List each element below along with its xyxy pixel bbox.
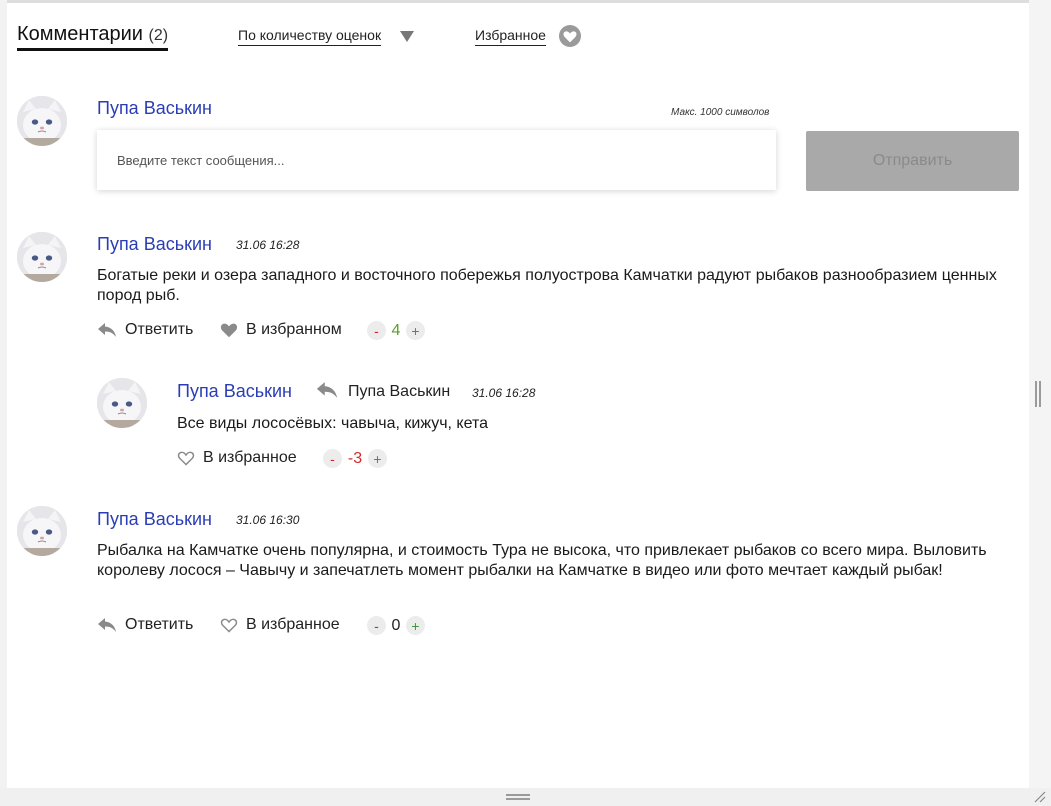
vote-down-button[interactable]: -	[323, 449, 342, 468]
comment-date: 31.06 16:28	[472, 386, 536, 400]
composer-author[interactable]: Пупа Васькин	[97, 98, 212, 119]
heart-outline-icon	[177, 451, 195, 466]
comment-date: 31.06 16:28	[236, 238, 300, 252]
comment-date: 31.06 16:30	[236, 513, 300, 527]
vote-up-button[interactable]: +	[368, 449, 387, 468]
favorite-label: В избранное	[246, 616, 340, 633]
favorite-button[interactable]: В избранное	[177, 449, 297, 467]
heart-filled-icon	[220, 323, 238, 338]
comments-title[interactable]: Комментарии (2)	[17, 23, 169, 51]
corner-resize-grip[interactable]	[1032, 789, 1046, 803]
comment-text: Богатые реки и озера западного и восточн…	[97, 267, 997, 304]
avatar-cat-icon	[97, 378, 147, 428]
favorites-filter-link[interactable]: Избранное	[475, 27, 546, 46]
avatar	[17, 96, 67, 146]
vote-up-button[interactable]: +	[406, 616, 425, 635]
bottom-resize-handle[interactable]	[506, 794, 530, 800]
avatar	[17, 232, 67, 282]
avatar-cat-icon	[17, 96, 67, 146]
comments-count: (2)	[148, 27, 169, 44]
vote-down-button[interactable]: -	[367, 321, 386, 340]
favorite-label: В избранном	[246, 321, 342, 338]
comments-panel: Комментарии (2) По количеству оценок Изб…	[7, 0, 1029, 788]
comment-author[interactable]: Пупа Васькин	[97, 234, 212, 255]
sort-arrow-icon[interactable]	[400, 31, 414, 42]
vote-count: 4	[391, 321, 401, 339]
reply-icon	[98, 618, 116, 632]
favorite-button[interactable]: В избранное	[220, 616, 340, 634]
vote-down-button[interactable]: -	[367, 616, 386, 635]
avatar-cat-icon	[17, 506, 67, 556]
comments-title-text: Комментарии	[17, 23, 143, 45]
avatar	[17, 506, 67, 556]
reply-label: Ответить	[125, 321, 194, 338]
max-length-note: Макс. 1000 символов	[671, 107, 770, 118]
vote-control: - -3 +	[323, 449, 387, 468]
avatar	[97, 378, 147, 428]
comment-author[interactable]: Пупа Васькин	[97, 509, 212, 530]
vote-control: - 4 +	[367, 321, 425, 340]
heart-outline-icon	[220, 618, 238, 633]
favorites-heart-icon[interactable]	[559, 25, 581, 47]
vote-count: 0	[391, 616, 401, 634]
vote-control: - 0 +	[367, 616, 425, 635]
sort-dropdown[interactable]: По количеству оценок	[238, 27, 382, 46]
comment-author[interactable]: Пупа Васькин	[177, 381, 292, 402]
favorite-button[interactable]: В избранном	[220, 321, 342, 339]
reply-label: Ответить	[125, 616, 194, 633]
reply-to-author[interactable]: Пупа Васькин	[348, 383, 450, 401]
comment-text: Все виды лососёвых: чавыча, кижуч, кета	[177, 415, 489, 432]
vote-up-button[interactable]: +	[406, 321, 425, 340]
vote-count: -3	[347, 449, 363, 467]
comment-text: Рыбалка на Камчатке очень популярна, и с…	[97, 542, 987, 579]
send-button[interactable]: Отправить	[806, 131, 1019, 191]
avatar-cat-icon	[17, 232, 67, 282]
reply-button[interactable]: Ответить	[97, 616, 193, 634]
side-resize-handle[interactable]	[1035, 381, 1041, 407]
message-input[interactable]	[97, 130, 776, 190]
reply-button[interactable]: Ответить	[97, 321, 193, 339]
reply-to-icon	[316, 382, 338, 398]
favorite-label: В избранное	[203, 449, 297, 466]
reply-icon	[98, 323, 116, 337]
